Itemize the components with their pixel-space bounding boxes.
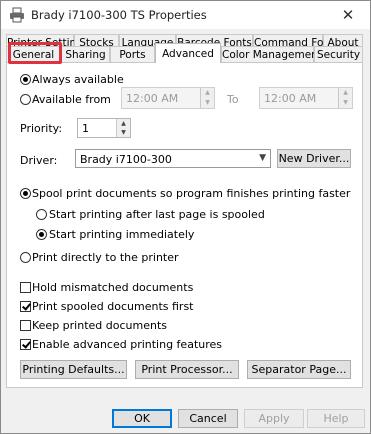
tab-sharing[interactable]: Sharing <box>61 46 110 63</box>
driver-select[interactable]: Brady i7100-300 ▼ <box>75 149 271 168</box>
to-time-field[interactable]: 12:00 AM ▲ ▼ <box>259 87 353 109</box>
spin-up-icon[interactable]: ▲ <box>339 88 352 98</box>
priority-spinner[interactable]: ▲ ▼ <box>116 119 130 137</box>
tab-ports[interactable]: Ports <box>110 46 155 63</box>
spool-radio[interactable] <box>20 188 31 199</box>
driver-value: Brady i7100-300 <box>80 153 172 166</box>
hold-mismatched-checkbox[interactable] <box>20 282 31 293</box>
tab-color-management[interactable]: Color Management <box>221 46 322 63</box>
new-driver-button[interactable]: New Driver... <box>277 149 351 168</box>
start-immediately-radio[interactable] <box>36 229 47 240</box>
print-processor-button[interactable]: Print Processor... <box>135 360 239 379</box>
to-label: To <box>227 93 239 106</box>
start-immediately-label: Start printing immediately <box>49 228 195 241</box>
ok-button[interactable]: OK <box>112 409 172 428</box>
always-available-label: Always available <box>32 73 124 86</box>
driver-label: Driver: <box>20 154 58 167</box>
print-direct-label: Print directly to the printer <box>32 251 179 264</box>
priority-value: 1 <box>82 122 89 135</box>
from-time-spinner[interactable]: ▲ ▼ <box>200 88 214 108</box>
apply-button[interactable]: Apply <box>244 409 304 428</box>
title-bar: Brady i7100-300 TS Properties ✕ <box>1 1 370 29</box>
enable-advanced-features-label: Enable advanced printing features <box>32 338 223 351</box>
close-icon[interactable]: ✕ <box>326 1 370 29</box>
properties-dialog: Brady i7100-300 TS Properties ✕ Printer … <box>0 0 371 434</box>
available-from-radio[interactable] <box>20 94 31 105</box>
chevron-down-icon: ▼ <box>259 153 266 163</box>
tab-advanced[interactable]: Advanced <box>155 43 221 63</box>
separator-page-button[interactable]: Separator Page... <box>247 360 351 379</box>
enable-advanced-features-checkbox[interactable] <box>20 339 31 350</box>
spin-down-icon[interactable]: ▼ <box>117 128 130 137</box>
from-time-field[interactable]: 12:00 AM ▲ ▼ <box>121 87 215 109</box>
print-direct-radio[interactable] <box>20 252 31 263</box>
print-spooled-first-checkbox[interactable] <box>20 301 31 312</box>
from-time-value: 12:00 AM <box>126 92 179 105</box>
window-title: Brady i7100-300 TS Properties <box>31 8 207 22</box>
always-available-radio[interactable] <box>20 74 31 85</box>
tab-security[interactable]: Security <box>314 46 363 63</box>
keep-printed-checkbox[interactable] <box>20 320 31 331</box>
hold-mismatched-label: Hold mismatched documents <box>32 281 194 294</box>
print-spooled-first-label: Print spooled documents first <box>32 300 194 313</box>
printer-icon <box>10 7 24 23</box>
printing-defaults-button[interactable]: Printing Defaults... <box>20 360 127 379</box>
to-time-value: 12:00 AM <box>264 92 317 105</box>
keep-printed-label: Keep printed documents <box>32 319 168 332</box>
spin-up-icon[interactable]: ▲ <box>117 119 130 128</box>
general-tab-highlight <box>8 42 62 64</box>
to-time-spinner[interactable]: ▲ ▼ <box>338 88 352 108</box>
help-button[interactable]: Help <box>307 409 365 428</box>
spin-up-icon[interactable]: ▲ <box>201 88 214 98</box>
cancel-button[interactable]: Cancel <box>178 409 238 428</box>
start-after-last-page-radio[interactable] <box>36 209 47 220</box>
spool-label: Spool print documents so program finishe… <box>32 187 351 200</box>
start-after-last-page-label: Start printing after last page is spoole… <box>49 208 265 221</box>
spin-down-icon[interactable]: ▼ <box>201 98 214 108</box>
spin-down-icon[interactable]: ▼ <box>339 98 352 108</box>
available-from-label: Available from <box>32 93 111 106</box>
priority-field[interactable]: 1 ▲ ▼ <box>77 118 131 138</box>
priority-label: Priority: <box>20 122 63 135</box>
